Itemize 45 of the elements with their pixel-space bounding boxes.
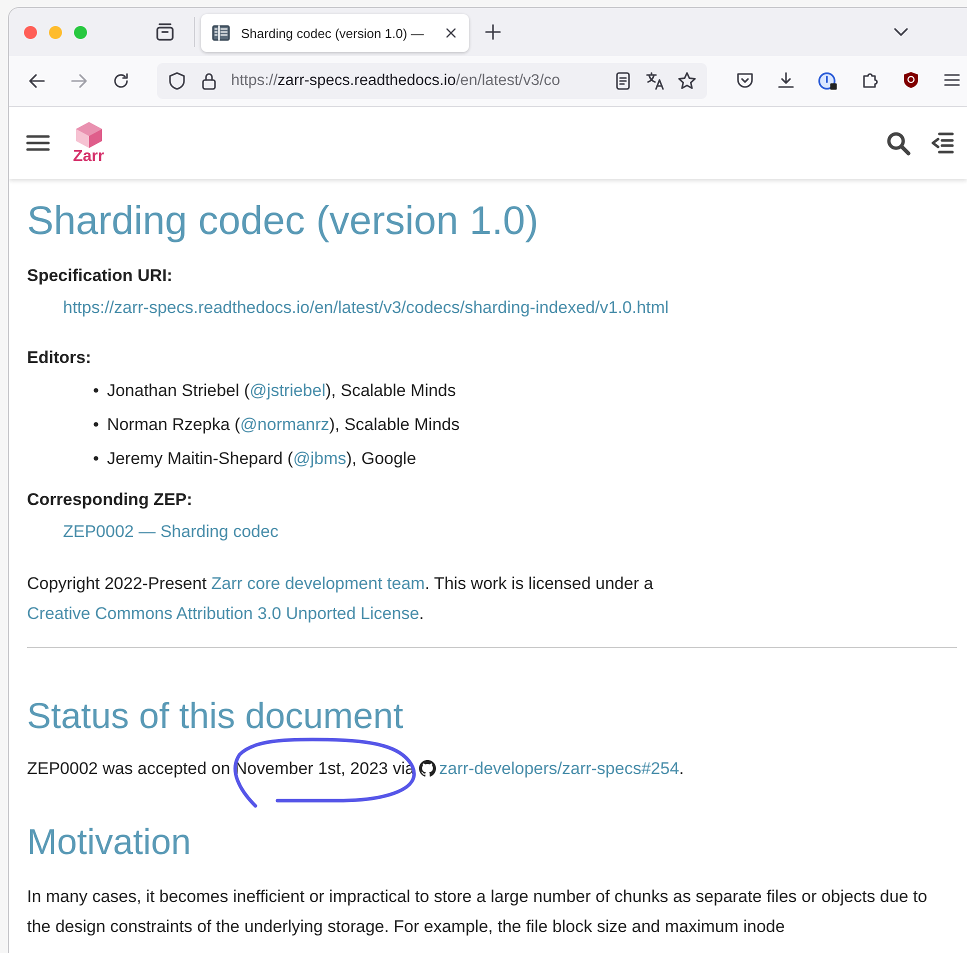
field-label: Specification URI: xyxy=(27,265,174,287)
section-heading: Status of this document xyxy=(27,694,404,738)
bullet: • xyxy=(93,414,99,436)
tab-list-icon[interactable] xyxy=(154,21,176,43)
download-icon[interactable] xyxy=(776,70,796,90)
link[interactable]: Creative Commons Attribution 3.0 Unported License xyxy=(27,604,420,623)
shield-icon[interactable] xyxy=(167,71,187,91)
new-tab-icon[interactable] xyxy=(483,22,503,42)
star-icon[interactable] xyxy=(677,71,697,91)
back-icon[interactable] xyxy=(27,71,47,91)
field-label: Editors: xyxy=(27,347,92,369)
link[interactable]: @jbms xyxy=(293,449,346,468)
reader-view-icon[interactable] xyxy=(613,71,633,91)
editor-entry: Jeremy Maitin-Shepard (@jbms), Google xyxy=(106,448,416,470)
reader-page-icon xyxy=(211,23,231,43)
link[interactable]: ZEP0002 — Sharding codec xyxy=(63,522,278,541)
link[interactable]: zarr-developers/zarr-specs#254 xyxy=(439,759,680,778)
link[interactable]: Zarr core development team xyxy=(211,574,425,593)
bullet: • xyxy=(93,380,99,402)
repository-icon xyxy=(419,760,436,777)
editor-entry: Jonathan Striebel (@jstriebel), Scalable Minds xyxy=(106,380,456,402)
link[interactable]: https://zarr-specs.readthedocs.io/en/latest/v3/codecs/sharding-indexed/v1.0.html xyxy=(63,298,669,317)
paragraph: In many cases, it becomes inefficient or impractical to store a large number of chunks as separate files or objects due to the design constraints of the underlying storage. For example, the file block size and maximum inode xyxy=(27,886,928,938)
lock-icon[interactable] xyxy=(199,71,219,91)
shield-badge-icon[interactable] xyxy=(901,70,921,90)
section-heading: Motivation xyxy=(27,820,192,864)
close-window-button[interactable] xyxy=(24,26,37,38)
link[interactable]: @jstriebel xyxy=(250,381,326,400)
copyright-notice: Copyright 2022-Present Zarr core development team. This work is licensed under a Creative Commons Attribution 3.0 Unported License. xyxy=(27,573,654,625)
search-icon[interactable] xyxy=(885,130,911,156)
reload-icon[interactable] xyxy=(111,71,131,91)
zarr-logo[interactable]: Zarr xyxy=(73,121,104,165)
page-title: Sharding codec (version 1.0) xyxy=(27,198,540,245)
extension-badge-icon[interactable] xyxy=(817,70,839,92)
pocket-icon[interactable] xyxy=(735,70,755,90)
translate-icon[interactable] xyxy=(645,71,665,91)
table-of-contents-icon[interactable] xyxy=(929,130,955,156)
link[interactable]: @normanrz xyxy=(240,415,330,434)
address-bar[interactable]: https://zarr-specs.readthedocs.io/en/latest/v3/co xyxy=(157,63,707,99)
editor-entry: Norman Rzepka (@normanrz), Scalable Minds xyxy=(106,414,460,436)
bullet: • xyxy=(93,448,99,470)
tab-title: Sharding codec (version 1.0) — xyxy=(241,26,425,40)
browser-tab[interactable]: Sharding codec (version 1.0) — xyxy=(201,14,469,52)
field-label: Corresponding ZEP: xyxy=(27,489,194,511)
puzzle-icon[interactable] xyxy=(860,70,880,90)
